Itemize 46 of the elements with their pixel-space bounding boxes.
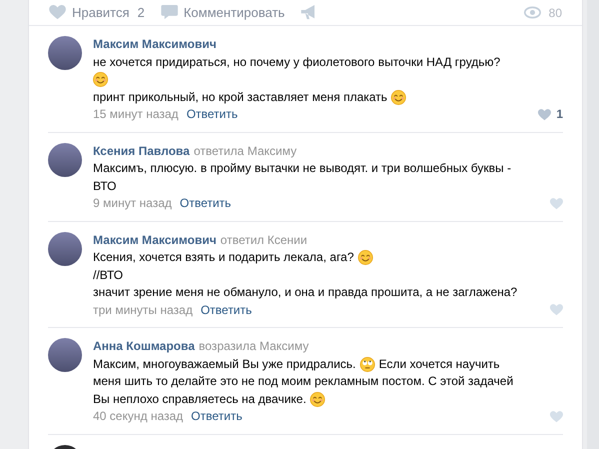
view-count: 80 <box>524 5 562 20</box>
comment-text: ВТО <box>93 178 116 194</box>
reply-link[interactable]: Ответить <box>180 195 232 212</box>
eye-icon <box>524 5 541 20</box>
comment-text: Максим, многоуважаемый Вы уже придрались. <box>93 356 356 372</box>
reply-link[interactable]: Ответить <box>186 106 238 124</box>
smiling-emoji-icon <box>358 250 373 266</box>
smiling-emoji-icon <box>310 392 326 407</box>
heart-icon <box>538 108 552 121</box>
comment-time[interactable]: 15 минут назад <box>93 106 178 124</box>
comment-text: меня шить то делайте это не под моим рекламным постом. С этой задачей <box>93 373 514 390</box>
like-button[interactable]: Нравится 2 <box>49 5 151 20</box>
speech-bubble-icon <box>160 5 178 20</box>
smiling-emoji-icon <box>391 90 406 105</box>
comment-button[interactable]: Комментировать <box>160 5 291 20</box>
avatar-photo-placeholder[interactable] <box>48 142 82 176</box>
rolling-eyes-emoji-icon <box>360 356 375 372</box>
avatar-photo-placeholder[interactable] <box>48 36 82 70</box>
reply-to-text: возразила Максиму <box>198 338 309 355</box>
heart-icon <box>550 410 563 423</box>
comment-time[interactable]: три минуты назад <box>93 302 193 319</box>
avatar-photo-placeholder[interactable] <box>48 338 82 372</box>
avatar-photo-placeholder[interactable] <box>48 232 82 266</box>
author-name[interactable]: Максим Максимович <box>93 232 216 249</box>
comment-text: значит зрение меня не обмануло, и она и правда прошита, а не заглажена? <box>93 284 518 301</box>
comment-text: Максимъ, плюсую. в пройму вытачки не выводят. и три волшебных буквы - <box>93 160 512 177</box>
heart-icon <box>550 198 563 210</box>
comment-time[interactable]: 9 минут назад <box>93 195 172 212</box>
author-name[interactable]: Максим Максимович <box>93 36 216 54</box>
reply-link[interactable]: Ответить <box>200 302 252 319</box>
comment-like-button[interactable]: 1 <box>538 106 563 124</box>
comment-text: //ВТО <box>93 266 123 284</box>
comment-text: Если хочется научить <box>378 356 500 372</box>
comment-text: Вы неплохо справляетесь на двачике. <box>93 390 306 408</box>
comment-text: Ксения, хочется взять и подарить лекала, ага? <box>93 249 354 266</box>
comment-time[interactable]: 40 секунд назад <box>93 408 184 426</box>
reply-to-text: ответил Ксении <box>220 232 308 248</box>
reply-to-text: ответила Максиму <box>194 142 297 160</box>
author-name[interactable]: Ксения Павлова <box>93 142 190 160</box>
heart-icon <box>550 304 563 316</box>
heart-icon <box>49 5 66 20</box>
reply-link[interactable]: Ответить <box>191 408 242 426</box>
author-name[interactable]: Анна Кошмарова <box>93 338 195 356</box>
smiling-emoji-icon <box>93 72 108 88</box>
comment-text: не хочется придираться, но почему у фиолетового выточки НАД грудью? <box>93 54 500 70</box>
comment-text: принт прикольный, но крой заставляет меня плакать <box>93 88 388 106</box>
